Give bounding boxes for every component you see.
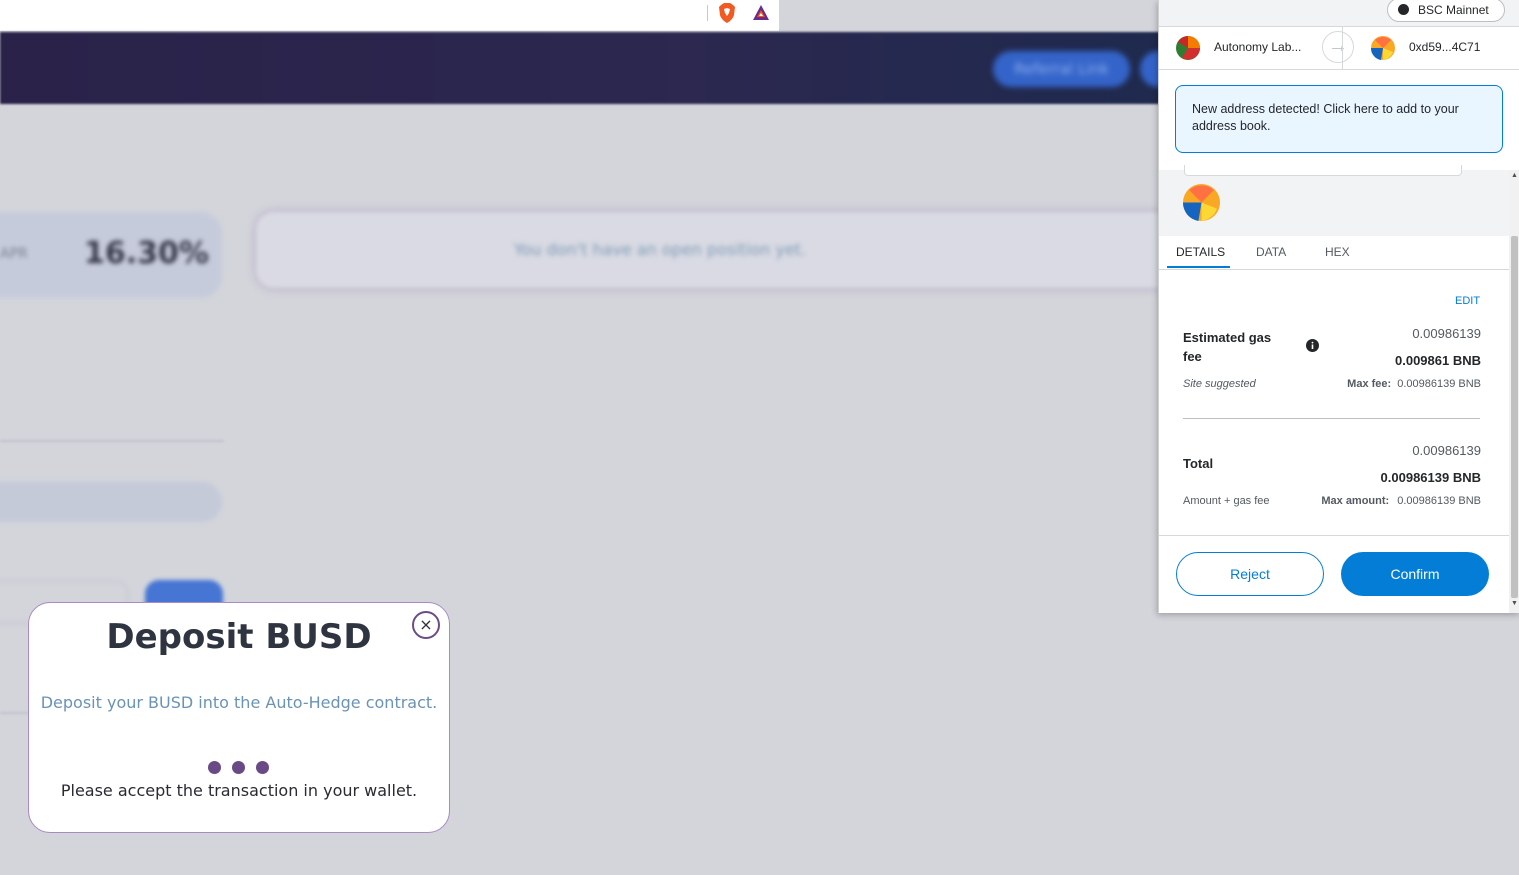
max-amount-label: Max amount: bbox=[1321, 495, 1390, 507]
edit-gas-link[interactable]: EDIT bbox=[1455, 295, 1480, 307]
contract-avatar-icon bbox=[1183, 184, 1220, 221]
referral-link-button: Referral Link bbox=[993, 51, 1130, 87]
loading-dots-icon bbox=[208, 761, 272, 775]
scrollbar-thumb[interactable] bbox=[1511, 236, 1518, 598]
loading-dot bbox=[232, 761, 245, 774]
browser-toolbar bbox=[0, 0, 779, 31]
scroll-up-icon[interactable]: ▲ bbox=[1511, 172, 1518, 179]
info-icon[interactable] bbox=[1306, 339, 1319, 352]
max-fee: Max fee: 0.00986139 BNB bbox=[1347, 378, 1481, 390]
toolbar-separator bbox=[707, 5, 708, 21]
brave-rewards-icon[interactable] bbox=[752, 4, 770, 22]
max-fee-value: 0.00986139 BNB bbox=[1397, 378, 1481, 390]
site-suggested-label: Site suggested bbox=[1183, 378, 1256, 390]
amount-gas-label: Amount + gas fee bbox=[1183, 495, 1270, 507]
active-tab-indicator bbox=[1167, 266, 1230, 268]
from-account[interactable]: Autonomy Lab... bbox=[1159, 27, 1337, 69]
divider bbox=[0, 440, 224, 442]
transaction-header bbox=[1159, 170, 1509, 236]
modal-status: Please accept the transaction in your wa… bbox=[60, 781, 418, 800]
max-amount-value: 0.00986139 BNB bbox=[1397, 495, 1481, 507]
new-address-notice[interactable]: New address detected! Click here to add … bbox=[1175, 85, 1503, 153]
empty-position-text: You don't have an open position yet. bbox=[513, 240, 807, 259]
tab-hex[interactable]: HEX bbox=[1325, 245, 1350, 259]
network-label: BSC Mainnet bbox=[1418, 3, 1489, 17]
divider bbox=[0, 712, 30, 714]
origin-field bbox=[1184, 165, 1462, 176]
total-secondary: 0.00986139 bbox=[1412, 443, 1481, 458]
scroll-down-icon[interactable]: ▼ bbox=[1511, 600, 1518, 607]
reject-button[interactable]: Reject bbox=[1176, 552, 1324, 596]
total-label: Total bbox=[1183, 456, 1214, 471]
account-bar: Autonomy Lab... → 0xd59...4C71 bbox=[1159, 27, 1519, 70]
background-pill bbox=[0, 482, 222, 522]
tab-data[interactable]: DATA bbox=[1256, 245, 1286, 259]
gas-fee-label: Estimated gas fee bbox=[1183, 330, 1272, 364]
scrollbar[interactable]: ▲ ▼ bbox=[1509, 170, 1519, 613]
close-button[interactable]: × bbox=[412, 611, 440, 639]
to-account-label: 0xd59...4C71 bbox=[1409, 40, 1481, 54]
modal-description: Deposit your BUSD into the Auto-Hedge co… bbox=[40, 693, 438, 712]
modal-title: Deposit BUSD bbox=[106, 617, 372, 657]
metamask-popup: BSC Mainnet Autonomy Lab... → 0xd59...4C… bbox=[1158, 0, 1519, 613]
gas-fee-secondary: 0.00986139 bbox=[1412, 326, 1481, 341]
from-account-avatar-icon bbox=[1176, 36, 1200, 60]
metamask-top-bar: BSC Mainnet bbox=[1159, 0, 1519, 27]
network-selector[interactable]: BSC Mainnet bbox=[1387, 0, 1505, 22]
loading-dot bbox=[256, 761, 269, 774]
from-account-label: Autonomy Lab... bbox=[1214, 40, 1302, 54]
gas-fee-primary: 0.009861 BNB bbox=[1395, 353, 1481, 368]
transaction-tabs: DETAILS DATA HEX bbox=[1159, 236, 1509, 270]
max-amount: Max amount: 0.00986139 BNB bbox=[1321, 495, 1481, 507]
to-account-avatar-icon bbox=[1371, 36, 1395, 60]
confirm-button[interactable]: Confirm bbox=[1341, 552, 1489, 596]
brave-shields-icon[interactable] bbox=[718, 3, 736, 23]
deposit-modal: Deposit BUSD × Deposit your BUSD into th… bbox=[28, 602, 450, 833]
max-fee-label: Max fee: bbox=[1347, 378, 1392, 390]
tab-details[interactable]: DETAILS bbox=[1176, 245, 1225, 259]
total-primary: 0.00986139 BNB bbox=[1380, 470, 1481, 485]
loading-dot bbox=[208, 761, 221, 774]
app-header bbox=[0, 32, 1160, 104]
network-dot-icon bbox=[1398, 4, 1409, 15]
to-account[interactable]: 0xd59...4C71 bbox=[1342, 27, 1519, 69]
section-divider bbox=[1183, 418, 1480, 419]
footer-divider bbox=[1159, 535, 1509, 536]
